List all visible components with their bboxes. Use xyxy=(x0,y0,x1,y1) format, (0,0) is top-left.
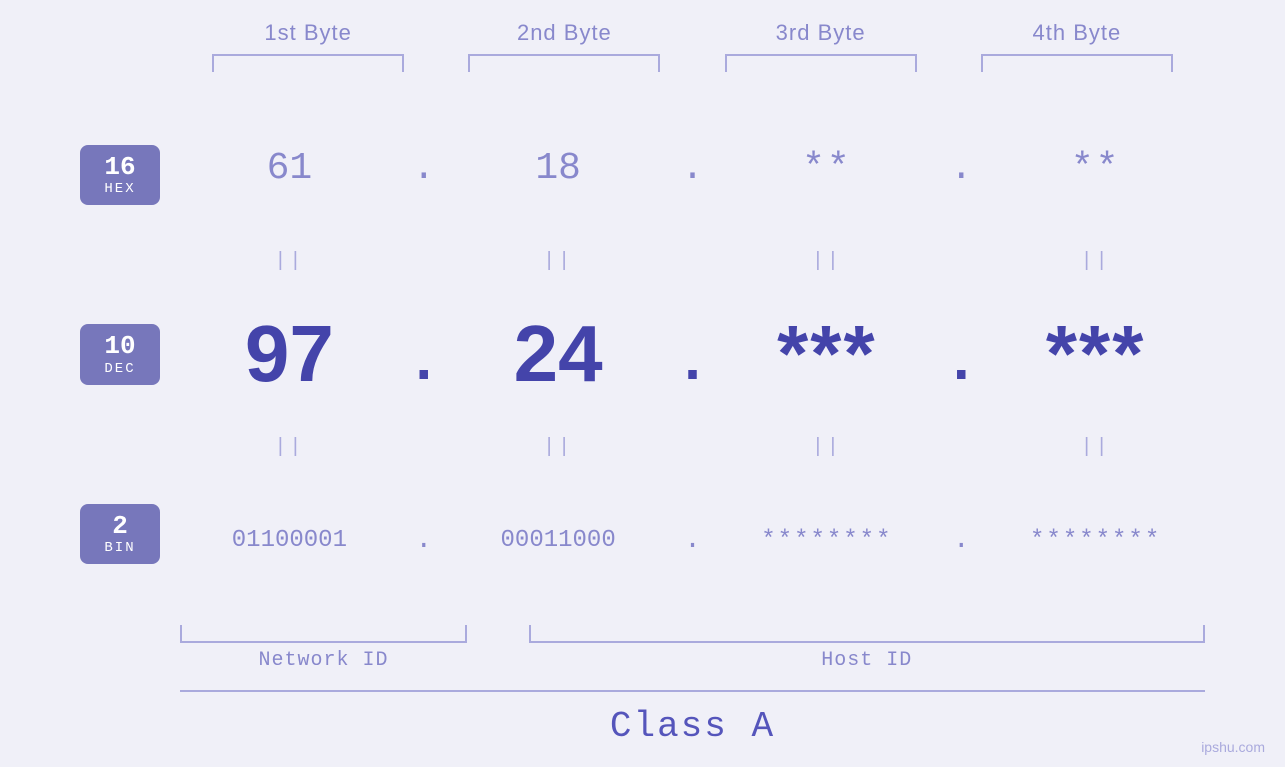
bottom-bracket-host xyxy=(529,625,1206,643)
equals-row-1: || || || || xyxy=(180,246,1205,276)
hex-number: 16 xyxy=(90,153,150,182)
top-bracket-1 xyxy=(212,54,404,72)
top-bracket-4 xyxy=(981,54,1173,72)
dec-name: DEC xyxy=(90,361,150,377)
equals-8: || xyxy=(986,436,1205,459)
network-id-label: Network ID xyxy=(180,649,467,672)
dec-row: 97 . 24 . *** . *** xyxy=(180,276,1205,432)
bin-dot-2: . xyxy=(684,525,701,556)
bin-name: BIN xyxy=(90,540,150,556)
bottom-brackets-section: Network ID Host ID Class A xyxy=(80,625,1205,747)
equals-6: || xyxy=(449,436,668,459)
base-labels-column: 16 HEX 10 DEC 2 BIN xyxy=(80,90,180,619)
equals-1: || xyxy=(180,250,399,273)
hex-name: HEX xyxy=(90,181,150,197)
dec-b2: 24 xyxy=(514,308,603,400)
network-host-labels: Network ID Host ID xyxy=(180,649,1205,672)
equals-2: || xyxy=(449,250,668,273)
bottom-bracket-row xyxy=(180,625,1205,643)
byte-header-1: 1st Byte xyxy=(180,20,436,46)
hex-dot-3: . xyxy=(950,147,973,190)
equals-4: || xyxy=(986,250,1205,273)
dec-dot-3: . xyxy=(943,314,979,394)
bin-b3: ******** xyxy=(761,527,892,554)
dec-b3: *** xyxy=(777,308,876,400)
top-bracket-2 xyxy=(468,54,660,72)
class-label: Class A xyxy=(180,700,1205,747)
hex-b2: 18 xyxy=(535,147,581,190)
dec-number: 10 xyxy=(90,332,150,361)
equals-5: || xyxy=(180,436,399,459)
watermark: ipshu.com xyxy=(1201,739,1265,755)
bottom-bracket-network xyxy=(180,625,467,643)
dec-badge: 10 DEC xyxy=(80,324,160,385)
hex-b1: 61 xyxy=(267,147,313,190)
bin-b1: 01100001 xyxy=(232,527,347,554)
dec-dot-2: . xyxy=(674,314,710,394)
hex-row: 61 . 18 . ** . ** xyxy=(180,90,1205,246)
equals-3: || xyxy=(718,250,937,273)
main-content: 16 HEX 10 DEC 2 BIN 61 . xyxy=(80,90,1205,619)
bin-row: 01100001 . 00011000 . ******** . xyxy=(180,463,1205,619)
main-container: 1st Byte 2nd Byte 3rd Byte 4th Byte 16 H… xyxy=(0,0,1285,767)
hex-dot-1: . xyxy=(412,147,435,190)
bin-number: 2 xyxy=(90,512,150,541)
bin-dot-1: . xyxy=(415,525,432,556)
hex-b3: ** xyxy=(802,147,852,190)
equals-7: || xyxy=(718,436,937,459)
value-grid: 61 . 18 . ** . ** xyxy=(180,90,1205,619)
top-bracket-3 xyxy=(725,54,917,72)
bin-b4: ******** xyxy=(1030,527,1161,554)
byte-header-3: 3rd Byte xyxy=(693,20,949,46)
bin-badge: 2 BIN xyxy=(80,504,160,565)
hex-badge: 16 HEX xyxy=(80,145,160,206)
bin-dot-3: . xyxy=(953,525,970,556)
byte-header-2: 2nd Byte xyxy=(436,20,692,46)
host-id-label: Host ID xyxy=(529,649,1206,672)
byte-header-4: 4th Byte xyxy=(949,20,1205,46)
class-line xyxy=(180,690,1205,692)
dec-dot-1: . xyxy=(406,314,442,394)
hex-dot-2: . xyxy=(681,147,704,190)
dec-b1: 97 xyxy=(245,308,334,400)
hex-b4: ** xyxy=(1071,147,1121,190)
equals-row-2: || || || || xyxy=(180,433,1205,463)
dec-b4: *** xyxy=(1046,308,1145,400)
bin-b2: 00011000 xyxy=(501,527,616,554)
